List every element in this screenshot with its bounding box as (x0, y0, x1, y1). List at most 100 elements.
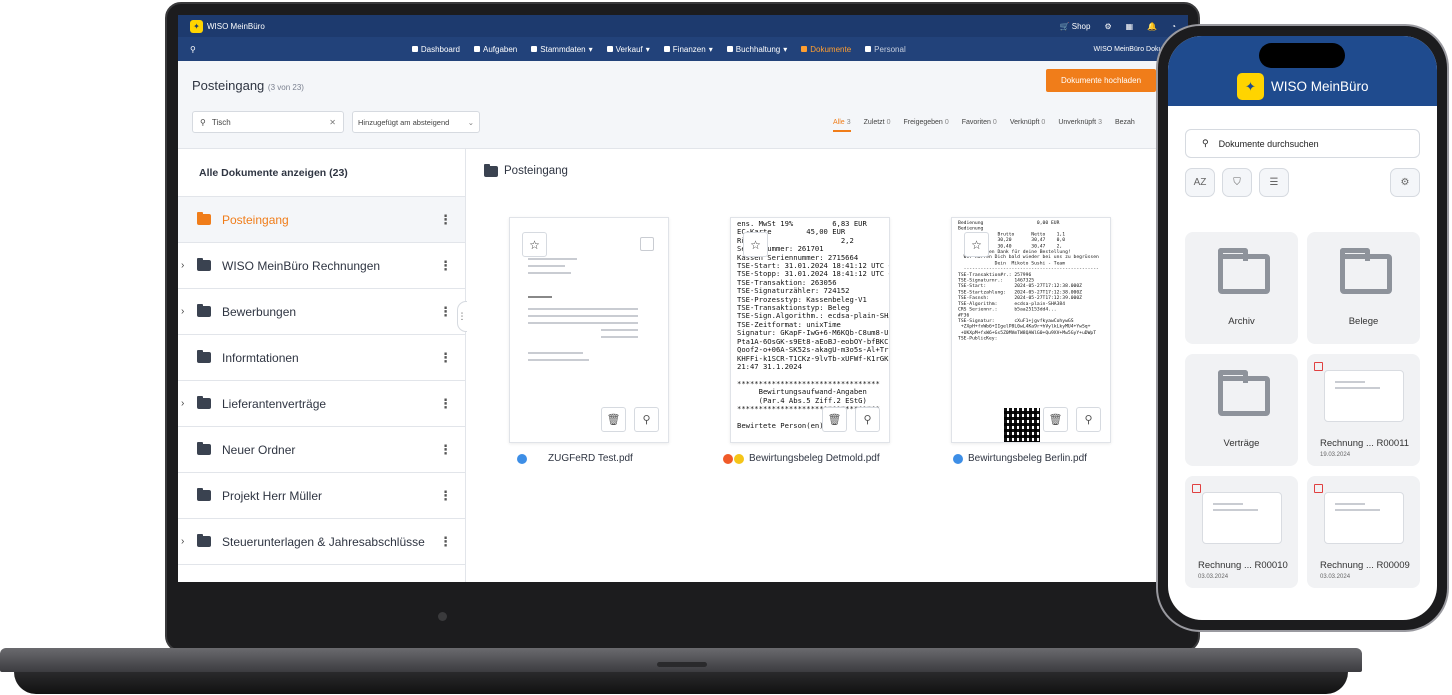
folder-row[interactable]: Informtationen ⋮ (178, 335, 465, 381)
phone-search-input[interactable]: ⚲ Dokumente durchsuchen (1185, 129, 1420, 158)
nav-finanzen[interactable]: Finanzen ▾ (663, 45, 713, 54)
shop-link[interactable]: 🛒 Shop (1060, 22, 1091, 31)
search-icon[interactable]: ⚲ (190, 45, 196, 54)
filter-tab-favoriten[interactable]: Favoriten 0 (962, 119, 997, 132)
folder-row[interactable]: Neuer Ordner ⋮ (178, 427, 465, 473)
filter-icon[interactable]: ⛉ (1222, 168, 1252, 197)
page-title: Posteingang (3 von 23) (192, 78, 304, 93)
filter-count: 3 (846, 119, 851, 126)
tile-label: Verträge (1223, 438, 1260, 449)
apps-grid-icon[interactable]: ▦ (1126, 22, 1134, 31)
nav-label: Dashboard (420, 44, 460, 54)
star-icon[interactable]: ☆ (522, 232, 547, 257)
phone-folder-tile[interactable]: Archiv (1185, 232, 1298, 344)
more-vertical-icon[interactable]: ⋮ (439, 396, 452, 412)
tile-label: Rechnung ... R00009 (1320, 560, 1410, 571)
pdf-icon (1192, 484, 1201, 493)
zoom-icon[interactable]: ⚲ (1076, 407, 1101, 432)
tag-dot (734, 453, 744, 464)
nav-dashboard[interactable]: Dashboard (411, 44, 460, 54)
laptop-notch (657, 662, 707, 667)
user-icon[interactable]: ◔ (1171, 22, 1176, 31)
more-vertical-icon[interactable]: ⋮ (439, 488, 452, 504)
document-card[interactable]: ☆ 🗑 ⚲ ZUGFeRD Test.pdf (509, 217, 669, 464)
filter-tab-alle[interactable]: Alle 3 (833, 119, 851, 132)
gear-icon[interactable]: ⚙ (1104, 22, 1111, 31)
bell-icon[interactable]: 🔔 (1147, 22, 1157, 31)
chevron-right-icon[interactable]: › (178, 306, 194, 317)
filter-tab-bezahlt[interactable]: Bezah (1115, 119, 1135, 132)
file-label: Bewirtungsbeleg Berlin.pdf (968, 453, 1087, 464)
laptop-screen: ✦ WISO MeinBüro 🛒 Shop ⚙ ▦ 🔔 ◔ ⚲ Dashboa… (178, 15, 1188, 582)
folder-row[interactable]: › Lieferantenverträge ⋮ (178, 381, 465, 427)
qr-code (1004, 408, 1040, 442)
file-label: ZUGFeRD Test.pdf (548, 453, 633, 464)
star-icon[interactable]: ☆ (964, 232, 989, 257)
nav-label: Aufgaben (483, 44, 518, 54)
document-thumbnail: ens. MwSt 19% 6,83 EUR EC-Karte 45,00 EU… (730, 217, 890, 443)
more-vertical-icon[interactable]: ⋮ (439, 534, 452, 550)
phone-document-tile[interactable]: Rechnung ... R00009 03.03.2024 (1307, 476, 1420, 588)
brand-logo-icon: ✦ (1237, 73, 1264, 100)
more-vertical-icon[interactable]: ⋮ (439, 258, 452, 274)
nav-aufgaben[interactable]: Aufgaben (474, 45, 517, 54)
more-vertical-icon[interactable]: ⋮ (439, 212, 452, 228)
chevron-right-icon[interactable]: › (178, 398, 194, 409)
phone-document-tile[interactable]: Rechnung ... R00010 03.03.2024 (1185, 476, 1298, 588)
phone-document-tile[interactable]: Rechnung ... R00011 19.03.2024 (1307, 354, 1420, 466)
chevron-right-icon[interactable]: › (178, 536, 194, 547)
breadcrumb-label: Posteingang (504, 165, 568, 177)
filter-label: Verknüpft (1009, 119, 1040, 126)
filter-count: 0 (1041, 119, 1046, 126)
folder-icon (801, 46, 808, 52)
more-vertical-icon[interactable]: ⋮ (439, 442, 452, 458)
filter-tab-freigegeben[interactable]: Freigegeben 0 (904, 119, 949, 132)
document-card[interactable]: Bedienung 0,00 EUR Bedienung Brutto Nett… (951, 217, 1111, 464)
folder-row[interactable]: › Bewerbungen ⋮ (178, 289, 465, 335)
star-icon[interactable]: ☆ (743, 232, 768, 257)
nav-stammdaten[interactable]: Stammdaten ▾ (531, 45, 593, 54)
zoom-icon[interactable]: ⚲ (634, 407, 659, 432)
nav-buchhaltung[interactable]: Buchhaltung ▾ (726, 45, 787, 54)
folder-row[interactable]: › WISO MeinBüro Rechnungen ⋮ (178, 243, 465, 289)
filter-tab-unverknuepft[interactable]: Unverknüpft 3 (1058, 119, 1102, 132)
filter-count: 3 (1098, 119, 1102, 126)
title-text: Posteingang (192, 78, 265, 93)
nav-personal[interactable]: Personal (865, 45, 906, 54)
filter-tab-verknuepft[interactable]: Verknüpft 0 (1010, 119, 1045, 132)
document-card[interactable]: ens. MwSt 19% 6,83 EUR EC-Karte 45,00 EU… (723, 217, 890, 464)
gear-icon[interactable]: ⚙ (1390, 168, 1420, 197)
filter-tab-zuletzt[interactable]: Zuletzt 0 (864, 119, 891, 132)
filter-label: Freigegeben (903, 119, 943, 126)
breadcrumb: Posteingang (484, 163, 568, 177)
select-checkbox[interactable] (640, 237, 654, 251)
nav-dokumente[interactable]: Dokumente (801, 45, 851, 54)
trash-icon[interactable]: 🗑 (822, 407, 847, 432)
all-documents-link[interactable]: Alle Dokumente anzeigen (23) (178, 149, 465, 197)
sort-az-icon[interactable]: AZ (1185, 168, 1215, 197)
trash-icon[interactable]: 🗑 (1043, 407, 1068, 432)
chevron-right-icon[interactable]: › (178, 260, 194, 271)
folder-row[interactable]: Projekt Herr Müller ⋮ (178, 473, 465, 519)
list-view-icon[interactable]: ☰ (1259, 168, 1289, 197)
upload-button[interactable]: Dokumente hochladen (1046, 69, 1156, 92)
filter-label: Unverknüpft (1058, 119, 1097, 126)
tile-label: Rechnung ... R00010 (1198, 560, 1288, 571)
more-vertical-icon[interactable]: ⋮ (439, 350, 452, 366)
pdf-icon (1314, 362, 1323, 371)
folder-row[interactable]: › Steuerunterlagen & Jahresabschlüsse ⋮ (178, 519, 465, 565)
document-name: Bewirtungsbeleg Detmold.pdf (723, 453, 880, 464)
clear-icon[interactable]: ✕ (329, 118, 336, 127)
folder-row[interactable]: Posteingang ⋮ (178, 197, 465, 243)
folder-label: WISO MeinBüro Rechnungen (222, 258, 381, 273)
zoom-icon[interactable]: ⚲ (855, 407, 880, 432)
nav-verkauf[interactable]: Verkauf ▾ (606, 45, 650, 54)
more-vertical-icon[interactable]: ⋮ (439, 304, 452, 320)
trash-icon[interactable]: 🗑 (601, 407, 626, 432)
sort-select[interactable]: Hinzugefügt am absteigend ⌄ (352, 111, 480, 133)
search-input[interactable]: ⚲ Tisch ✕ (192, 111, 344, 133)
tag-dot (723, 453, 733, 464)
phone-folder-tile[interactable]: Belege (1307, 232, 1420, 344)
folder-panel: Alle Dokumente anzeigen (23) Posteingang… (178, 149, 466, 582)
phone-folder-tile[interactable]: Verträge (1185, 354, 1298, 466)
